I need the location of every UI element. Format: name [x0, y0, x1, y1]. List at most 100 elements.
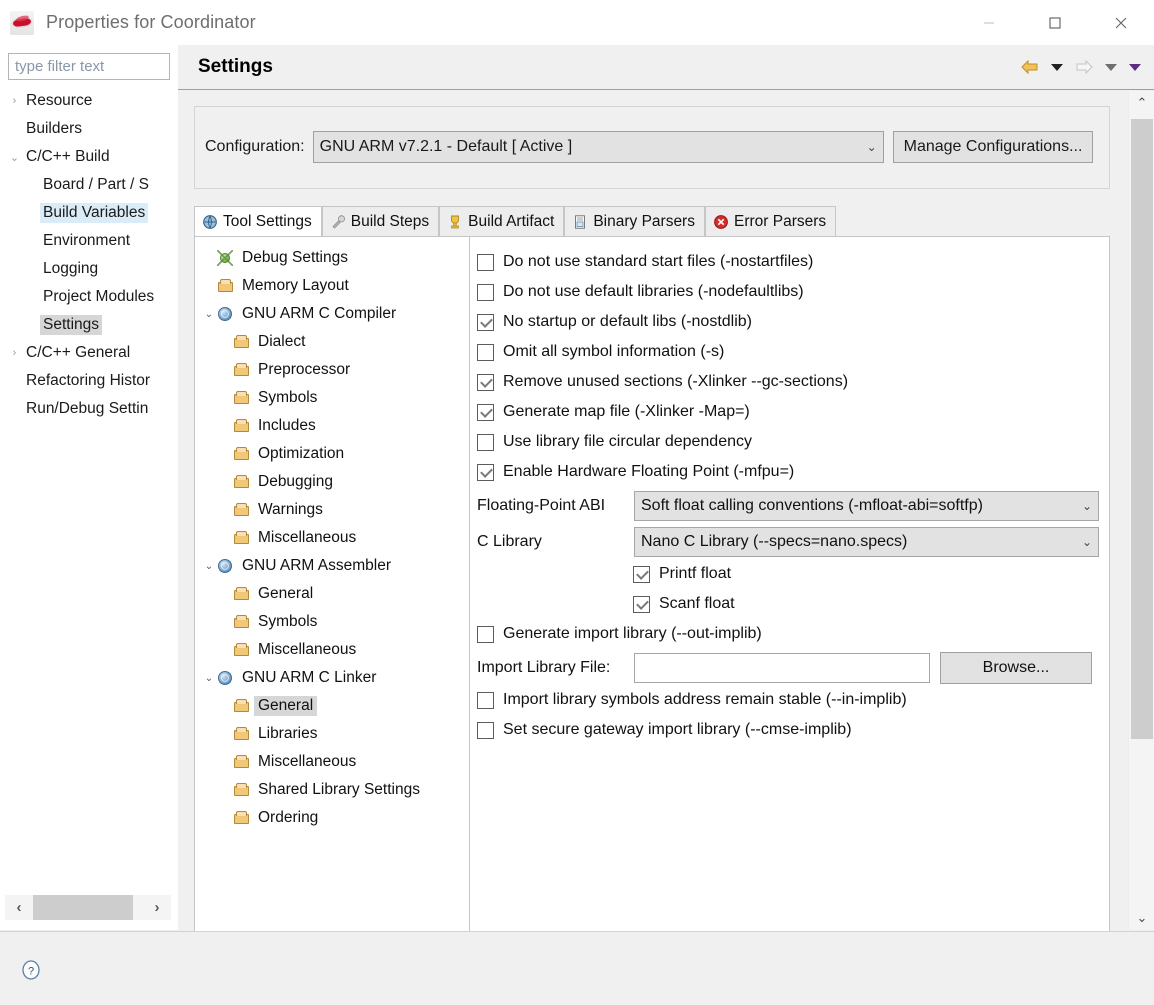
- tool-tree-item-miscellaneous[interactable]: Miscellaneous: [195, 524, 469, 552]
- manage-configurations-button[interactable]: Manage Configurations...: [892, 131, 1094, 163]
- chevron-down-icon[interactable]: ⌄: [6, 151, 23, 164]
- tab-tool-settings[interactable]: Tool Settings: [194, 206, 322, 237]
- sidebar-item-refactoring-histor[interactable]: Refactoring Histor: [0, 367, 178, 395]
- close-button[interactable]: [1088, 0, 1154, 45]
- checkbox-row-no-startup-or-default-libs-nostdlib[interactable]: No startup or default libs (-nostdlib): [470, 307, 1099, 337]
- checkbox-omit-all-symbol-information-s[interactable]: [477, 343, 494, 361]
- sidebar-item-resource[interactable]: › Resource: [0, 87, 178, 115]
- browse-button[interactable]: Browse...: [940, 652, 1092, 684]
- sidebar-item-project-modules[interactable]: Project Modules: [0, 283, 178, 311]
- checkbox-set-secure-gateway-import-library-cmse-implib[interactable]: [477, 721, 494, 739]
- sidebar-horizontal-scrollbar[interactable]: ‹ ›: [4, 894, 172, 921]
- filter-input[interactable]: [8, 53, 170, 80]
- sidebar-item-c-c-general[interactable]: › C/C++ General: [0, 339, 178, 367]
- vscroll-track[interactable]: [1129, 115, 1154, 906]
- tab-build-steps[interactable]: Build Steps: [321, 206, 440, 237]
- checkbox-printf-float[interactable]: [633, 565, 650, 583]
- sidebar-item-run-debug-settin[interactable]: Run/Debug Settin: [0, 395, 178, 423]
- configuration-groupbox: Configuration: GNU ARM v7.2.1 - Default …: [194, 106, 1110, 189]
- scroll-down-icon[interactable]: ⌄: [1129, 906, 1154, 930]
- sidebar-item-environment[interactable]: Environment: [0, 227, 178, 255]
- tool-tree-item-gnu-arm-assembler[interactable]: ⌄ GNU ARM Assembler: [195, 552, 469, 580]
- sidebar-item-settings[interactable]: Settings: [0, 311, 178, 339]
- checkbox-generate-map-file-xlinker-map[interactable]: [477, 403, 494, 421]
- c-library-select[interactable]: Nano C Library (--specs=nano.specs) ⌄: [634, 527, 1099, 557]
- checkbox-use-library-file-circular-dependency[interactable]: [477, 433, 494, 451]
- scroll-left-icon[interactable]: ‹: [5, 895, 33, 920]
- tool-tree-item-preprocessor[interactable]: Preprocessor: [195, 356, 469, 384]
- checkbox-row-printf-float[interactable]: Printf float: [470, 559, 1099, 589]
- chevron-down-icon[interactable]: ⌄: [201, 673, 217, 684]
- checkbox-generate-import-library-out-implib[interactable]: [477, 625, 494, 643]
- folder-icon: [233, 390, 251, 406]
- tool-tree-item-memory-layout[interactable]: Memory Layout: [195, 272, 469, 300]
- tool-tree-item-general[interactable]: General: [195, 692, 469, 720]
- tool-tree-item-optimization[interactable]: Optimization: [195, 440, 469, 468]
- checkbox-row-omit-all-symbol-information-s[interactable]: Omit all symbol information (-s): [470, 337, 1099, 367]
- checkbox-row-scanf-float[interactable]: Scanf float: [470, 589, 1099, 619]
- checkbox-enable-hardware-floating-point-mfpu[interactable]: [477, 463, 494, 481]
- tab-binary-parsers[interactable]: Binary Parsers: [564, 206, 705, 237]
- tool-tree-item-general[interactable]: General: [195, 580, 469, 608]
- checkbox-row-do-not-use-default-libraries-nodefaultlibs[interactable]: Do not use default libraries (-nodefault…: [470, 277, 1099, 307]
- checkbox-row-use-library-file-circular-dependency[interactable]: Use library file circular dependency: [470, 427, 1099, 457]
- vscroll-thumb[interactable]: [1131, 119, 1153, 739]
- forward-menu-chevron-down-icon[interactable]: [1104, 62, 1118, 72]
- bug-icon: [217, 250, 235, 266]
- hscroll-track[interactable]: [33, 895, 143, 920]
- tool-tree-item-shared-library-settings[interactable]: Shared Library Settings: [195, 776, 469, 804]
- tab-build-artifact[interactable]: Build Artifact: [439, 206, 565, 237]
- sidebar-item-builders[interactable]: Builders: [0, 115, 178, 143]
- checkbox-row-import-library-symbols-address-remain-stable-in-[interactable]: Import library symbols address remain st…: [470, 685, 1099, 715]
- checkbox-no-startup-or-default-libs-nostdlib[interactable]: [477, 313, 494, 331]
- tool-tree-item-symbols[interactable]: Symbols: [195, 608, 469, 636]
- floating-point-abi-select[interactable]: Soft float calling conventions (-mfloat-…: [634, 491, 1099, 521]
- configuration-select[interactable]: GNU ARM v7.2.1 - Default [ Active ] ⌄: [312, 131, 884, 163]
- chevron-down-icon[interactable]: ⌄: [201, 309, 217, 320]
- tool-tree-item-debug-settings[interactable]: Debug Settings: [195, 244, 469, 272]
- checkbox-row-remove-unused-sections-xlinker-gc-sections[interactable]: Remove unused sections (-Xlinker --gc-se…: [470, 367, 1099, 397]
- sidebar-item-label: Run/Debug Settin: [26, 400, 149, 417]
- checkbox-do-not-use-standard-start-files-nostartfiles[interactable]: [477, 253, 494, 271]
- tool-tree-item-includes[interactable]: Includes: [195, 412, 469, 440]
- chevron-down-icon[interactable]: ⌄: [201, 561, 217, 572]
- import-library-file-input[interactable]: [634, 653, 930, 683]
- sidebar-item-logging[interactable]: Logging: [0, 255, 178, 283]
- tool-tree-item-gnu-arm-c-compiler[interactable]: ⌄ GNU ARM C Compiler: [195, 300, 469, 328]
- tab-error-parsers[interactable]: Error Parsers: [704, 206, 837, 237]
- tool-tree-item-libraries[interactable]: Libraries: [195, 720, 469, 748]
- tool-tree-item-dialect[interactable]: Dialect: [195, 328, 469, 356]
- sidebar-item-c-c-build[interactable]: ⌄ C/C++ Build: [0, 143, 178, 171]
- tool-tree-item-miscellaneous[interactable]: Miscellaneous: [195, 748, 469, 776]
- tool-tree-item-ordering[interactable]: Ordering: [195, 804, 469, 832]
- scroll-up-icon[interactable]: ⌃: [1129, 91, 1154, 115]
- sidebar-item-board-part-s[interactable]: Board / Part / S: [0, 171, 178, 199]
- chevron-right-icon[interactable]: ›: [6, 95, 23, 107]
- view-menu-chevron-down-icon[interactable]: [1128, 62, 1142, 72]
- checkbox-row-do-not-use-standard-start-files-nostartfiles[interactable]: Do not use standard start files (-nostar…: [470, 247, 1099, 277]
- back-menu-chevron-down-icon[interactable]: [1050, 62, 1064, 72]
- checkbox-row-set-secure-gateway-import-library-cmse-implib[interactable]: Set secure gateway import library (--cms…: [470, 715, 1099, 745]
- tool-tree-item-label: Miscellaneous: [258, 641, 357, 658]
- tool-tree-item-symbols[interactable]: Symbols: [195, 384, 469, 412]
- checkbox-scanf-float[interactable]: [633, 595, 650, 613]
- help-question-icon[interactable]: ?: [20, 959, 42, 981]
- tool-tree-item-debugging[interactable]: Debugging: [195, 468, 469, 496]
- checkbox-row-generate-map-file-xlinker-map[interactable]: Generate map file (-Xlinker -Map=): [470, 397, 1099, 427]
- minimize-button[interactable]: [956, 0, 1022, 45]
- checkbox-remove-unused-sections-xlinker-gc-sections[interactable]: [477, 373, 494, 391]
- checkbox-import-library-symbols-address-remain-stable-in-[interactable]: [477, 691, 494, 709]
- sidebar-item-build-variables[interactable]: Build Variables: [0, 199, 178, 227]
- tool-tree-item-gnu-arm-c-linker[interactable]: ⌄ GNU ARM C Linker: [195, 664, 469, 692]
- back-arrow-icon[interactable]: [1020, 59, 1040, 75]
- maximize-button[interactable]: [1022, 0, 1088, 45]
- tool-tree-item-miscellaneous[interactable]: Miscellaneous: [195, 636, 469, 664]
- hscroll-thumb[interactable]: [33, 895, 133, 920]
- tool-tree-item-warnings[interactable]: Warnings: [195, 496, 469, 524]
- chevron-right-icon[interactable]: ›: [6, 347, 23, 359]
- checkbox-row-enable-hardware-floating-point-mfpu[interactable]: Enable Hardware Floating Point (-mfpu=): [470, 457, 1099, 487]
- content-vertical-scrollbar[interactable]: ⌃ ⌄: [1128, 91, 1154, 930]
- checkbox-do-not-use-default-libraries-nodefaultlibs[interactable]: [477, 283, 494, 301]
- scroll-right-icon[interactable]: ›: [143, 895, 171, 920]
- checkbox-row-generate-import-library-out-implib[interactable]: Generate import library (--out-implib): [470, 619, 1099, 649]
